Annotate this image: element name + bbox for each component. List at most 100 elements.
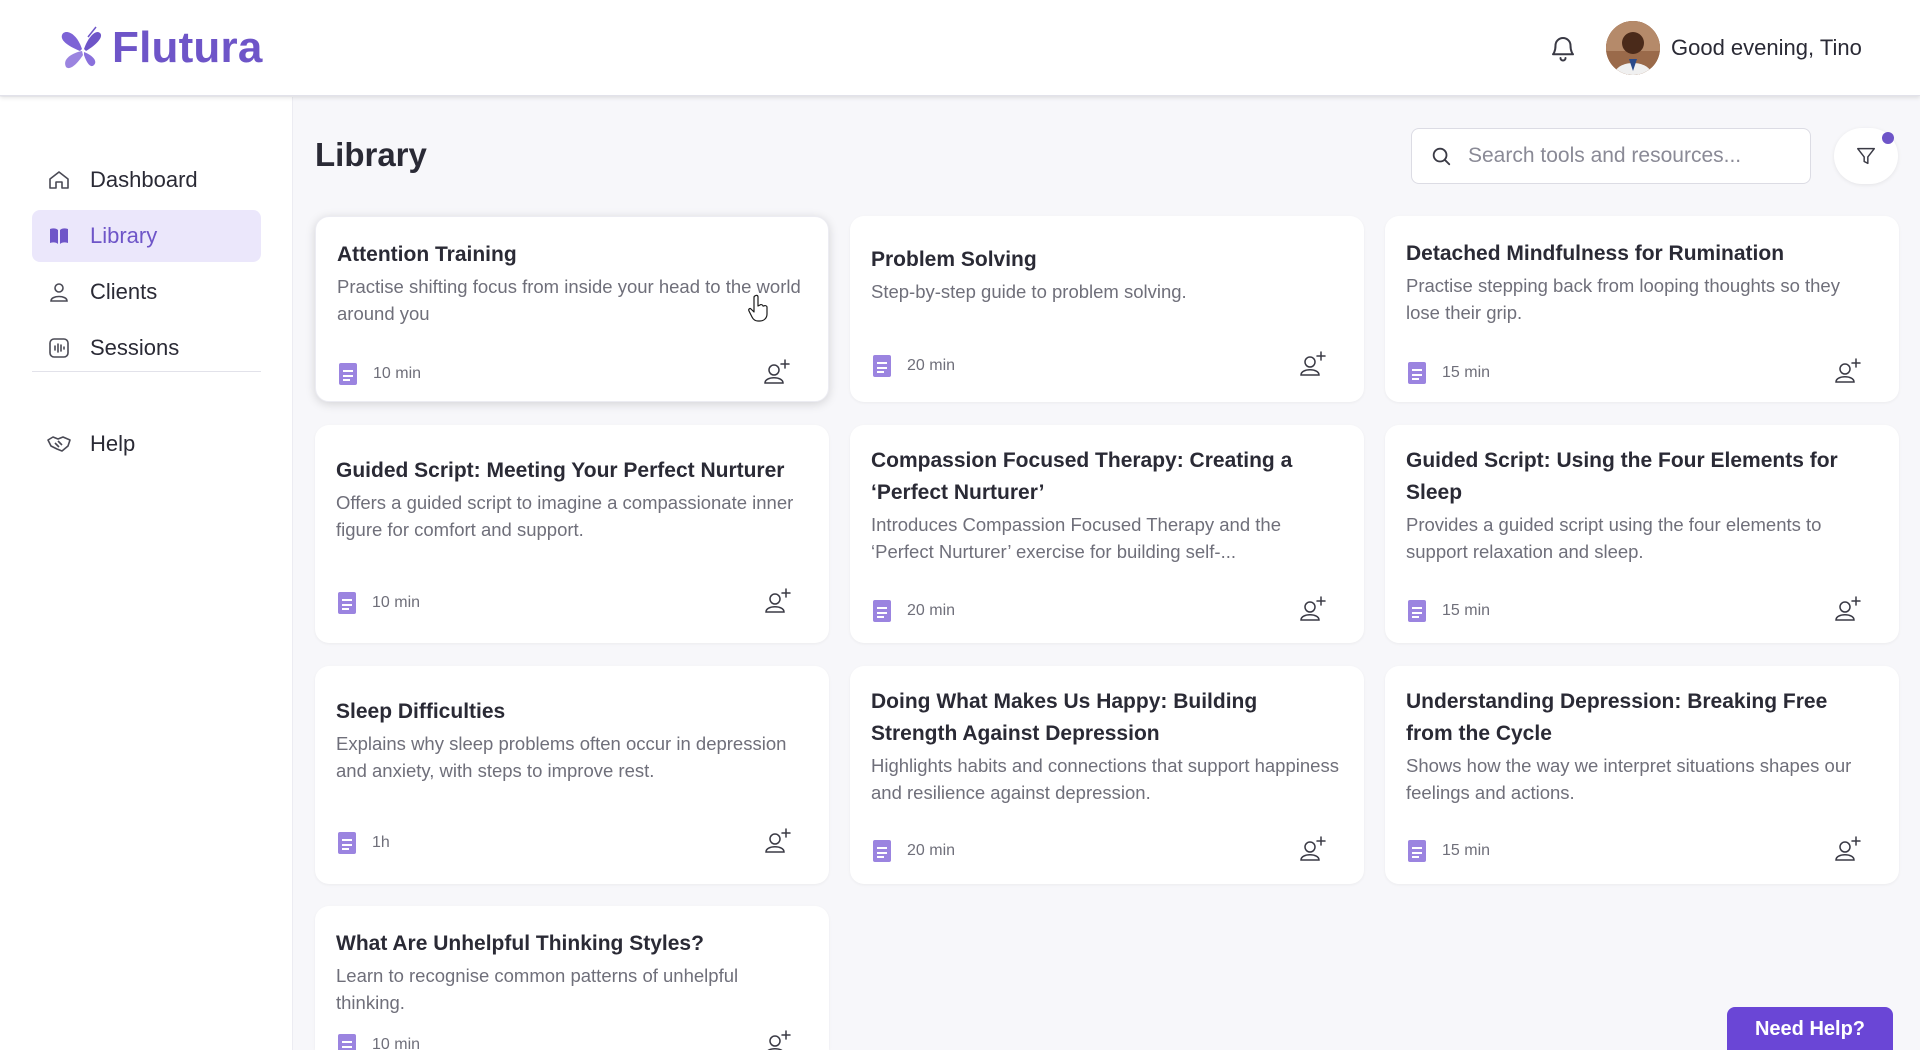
document-icon: [338, 832, 356, 854]
card-meta: 20 min: [873, 598, 955, 624]
document-icon: [1408, 840, 1426, 862]
card-meta: 20 min: [873, 838, 955, 864]
sidebar-item-dashboard[interactable]: Dashboard: [32, 154, 261, 206]
resource-card[interactable]: Guided Script: Using the Four Elements f…: [1385, 425, 1899, 643]
user-icon: [46, 279, 72, 305]
document-icon: [338, 592, 356, 614]
top-header: Flutura Good evening, Tino: [0, 0, 1920, 96]
app-name: Flutura: [112, 23, 263, 72]
need-help-button[interactable]: Need Help?: [1727, 1007, 1893, 1050]
card-title: Sleep Difficulties: [336, 700, 506, 723]
assign-to-client-icon[interactable]: [1833, 356, 1863, 386]
filter-button[interactable]: [1834, 128, 1898, 184]
assign-to-client-icon[interactable]: [1298, 834, 1328, 864]
resource-card[interactable]: Guided Script: Meeting Your Perfect Nurt…: [315, 425, 829, 643]
search-input[interactable]: [1468, 144, 1788, 168]
audio-wave-icon: [46, 335, 72, 361]
card-description: Learn to recognise common patterns of un…: [336, 965, 739, 1013]
document-icon: [873, 355, 891, 377]
card-duration: 20 min: [907, 357, 956, 374]
card-duration: 20 min: [907, 602, 956, 619]
card-duration: 15 min: [1442, 364, 1491, 381]
resource-card[interactable]: Doing What Makes Us Happy: Building Stre…: [850, 666, 1364, 884]
assign-to-client-icon[interactable]: [762, 357, 792, 387]
sidebar-item-label: Library: [90, 223, 158, 248]
resource-card[interactable]: Understanding Depression: Breaking Free …: [1385, 666, 1899, 884]
card-duration: 10 min: [373, 365, 422, 382]
card-meta: 10 min: [338, 590, 420, 616]
assign-to-client-icon[interactable]: [1298, 349, 1328, 379]
card-duration: 1h: [372, 834, 390, 851]
card-description: Step-by-step guide to problem solving.: [871, 281, 1187, 302]
card-meta: 10 min: [339, 361, 421, 387]
card-duration: 10 min: [372, 1036, 421, 1050]
card-meta: 20 min: [873, 353, 955, 379]
card-description: Provides a guided script using the four …: [1406, 514, 1822, 562]
resource-card[interactable]: Detached Mindfulness for Rumination Prac…: [1385, 216, 1899, 402]
sidebar-item-label: Dashboard: [90, 167, 198, 192]
assign-to-client-icon[interactable]: [1833, 594, 1863, 624]
document-icon: [338, 1034, 356, 1050]
card-meta: 15 min: [1408, 360, 1490, 386]
card-meta: 15 min: [1408, 598, 1490, 624]
book-icon: [46, 223, 72, 249]
card-description: Shows how the way we interpret situation…: [1406, 755, 1852, 803]
hand-cursor-icon: [748, 294, 768, 322]
sidebar-item-label: Clients: [90, 279, 158, 304]
sidebar-divider: [32, 371, 261, 372]
card-title: Guided Script: Using the Four Elements f…: [1406, 449, 1838, 504]
sidebar-item-clients[interactable]: Clients: [32, 266, 261, 318]
resource-card[interactable]: Compassion Focused Therapy: Creating a ‘…: [850, 425, 1364, 643]
card-title: Attention Training: [337, 243, 517, 266]
sidebar-item-help[interactable]: Help: [32, 418, 261, 470]
card-duration: 15 min: [1442, 602, 1491, 619]
avatar-image: [1606, 21, 1660, 75]
card-title: Compassion Focused Therapy: Creating a ‘…: [871, 449, 1293, 504]
bell-icon[interactable]: [1548, 33, 1578, 63]
card-description: Practise stepping back from looping thou…: [1406, 275, 1840, 323]
card-title: What Are Unhelpful Thinking Styles?: [336, 932, 704, 955]
home-icon: [46, 167, 72, 193]
search-box[interactable]: [1411, 128, 1811, 184]
assign-to-client-icon[interactable]: [1833, 834, 1863, 864]
card-title: Detached Mindfulness for Rumination: [1406, 242, 1785, 265]
assign-to-client-icon[interactable]: [1298, 594, 1328, 624]
sidebar-item-library[interactable]: Library: [32, 210, 261, 262]
card-title: Guided Script: Meeting Your Perfect Nurt…: [336, 459, 785, 482]
document-icon: [873, 600, 891, 622]
card-description: Explains why sleep problems often occur …: [336, 733, 787, 781]
filter-active-dot: [1882, 132, 1894, 144]
sidebar-item-label: Sessions: [90, 335, 180, 360]
card-meta: 15 min: [1408, 838, 1490, 864]
assign-to-client-icon[interactable]: [763, 1028, 793, 1050]
card-description: Offers a guided script to imagine a comp…: [336, 492, 794, 540]
card-meta: 10 min: [338, 1032, 420, 1050]
card-title: Doing What Makes Us Happy: Building Stre…: [871, 690, 1258, 745]
card-description: Practise shifting focus from inside your…: [337, 276, 801, 324]
resource-card[interactable]: What Are Unhelpful Thinking Styles? Lear…: [315, 906, 829, 1050]
assign-to-client-icon[interactable]: [763, 586, 793, 616]
card-duration: 15 min: [1442, 842, 1491, 859]
card-meta: 1h: [338, 830, 390, 856]
card-description: Highlights habits and connections that s…: [871, 755, 1339, 803]
card-description: Introduces Compassion Focused Therapy an…: [871, 514, 1281, 562]
avatar[interactable]: [1606, 21, 1660, 75]
document-icon: [1408, 600, 1426, 622]
card-duration: 20 min: [907, 842, 956, 859]
greeting-text: Good evening, Tino: [1671, 35, 1862, 60]
resource-card[interactable]: Problem Solving Step-by-step guide to pr…: [850, 216, 1364, 402]
sidebar-item-sessions[interactable]: Sessions: [32, 322, 261, 374]
sidebar: Dashboard Library Clients Sessions Help: [0, 97, 293, 1050]
document-icon: [873, 840, 891, 862]
handshake-icon: [46, 431, 72, 457]
resource-card[interactable]: Sleep Difficulties Explains why sleep pr…: [315, 666, 829, 884]
card-title: Problem Solving: [871, 248, 1037, 271]
sidebar-item-label: Help: [90, 431, 136, 456]
app-logo[interactable]: Flutura: [58, 22, 263, 74]
page-title: Library: [315, 136, 427, 173]
assign-to-client-icon[interactable]: [763, 826, 793, 856]
document-icon: [1408, 362, 1426, 384]
butterfly-logo-icon: [61, 26, 102, 69]
card-title: Understanding Depression: Breaking Free …: [1406, 690, 1828, 745]
document-icon: [339, 363, 357, 385]
